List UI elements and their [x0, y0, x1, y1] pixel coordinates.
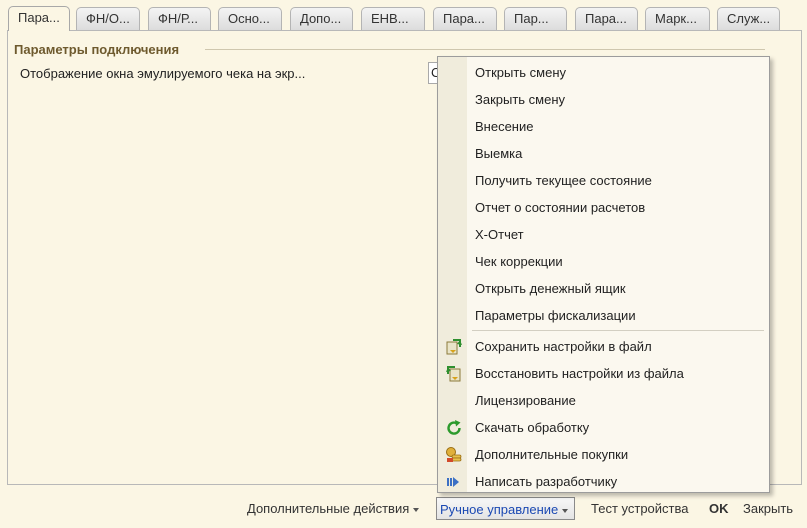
tab-params-2[interactable]: Пара... — [433, 7, 497, 30]
menu-item-withdrawal[interactable]: Выемка — [438, 140, 769, 167]
tab-params-4[interactable]: Пара... — [575, 7, 638, 30]
group-divider — [205, 49, 765, 50]
arrow-right-icon — [445, 473, 463, 491]
tab-fn-r[interactable]: ФН/Р... — [148, 7, 211, 30]
tab-service[interactable]: Служ... — [717, 7, 780, 30]
menu-separator — [472, 330, 764, 331]
menu-item-correction-receipt[interactable]: Чек коррекции — [438, 248, 769, 275]
menu-item-additional-purchases[interactable]: Дополнительные покупки — [438, 441, 769, 468]
menu-item-label: Открыть денежный ящик — [475, 281, 626, 296]
ok-button[interactable]: OK — [709, 501, 729, 516]
menu-item-restore-settings[interactable]: Восстановить настройки из файла — [438, 360, 769, 387]
menu-item-label: Выемка — [475, 146, 523, 161]
menu-item-label: Чек коррекции — [475, 254, 563, 269]
menu-item-label: Получить текущее состояние — [475, 173, 652, 188]
manual-control-menu: Открыть смену Закрыть смену Внесение Вые… — [437, 56, 770, 493]
tab-main[interactable]: Осно... — [218, 7, 282, 30]
menu-item-get-status[interactable]: Получить текущее состояние — [438, 167, 769, 194]
group-title: Параметры подключения — [14, 42, 184, 57]
menu-item-fiscal-params[interactable]: Параметры фискализации — [438, 302, 769, 329]
menu-item-label: X-Отчет — [475, 227, 524, 242]
bottom-toolbar: Дополнительные действия Ручное управлени… — [0, 495, 807, 522]
tab-fn-o[interactable]: ФН/О... — [76, 7, 140, 30]
menu-item-close-shift[interactable]: Закрыть смену — [438, 86, 769, 113]
manual-control-button[interactable]: Ручное управление — [436, 497, 576, 520]
tab-additional[interactable]: Допо... — [290, 7, 353, 30]
restore-settings-icon — [445, 365, 463, 383]
tab-parameters[interactable]: Пара... — [8, 6, 70, 31]
refresh-icon — [445, 419, 463, 437]
menu-item-open-shift[interactable]: Открыть смену — [438, 59, 769, 86]
menu-item-label: Закрыть смену — [475, 92, 566, 107]
menu-item-open-cash-drawer[interactable]: Открыть денежный ящик — [438, 275, 769, 302]
coins-icon — [445, 446, 463, 464]
menu-item-label: Скачать обработку — [475, 420, 590, 435]
save-settings-icon — [445, 338, 463, 356]
menu-item-licensing[interactable]: Лицензирование — [438, 387, 769, 414]
menu-item-save-settings[interactable]: Сохранить настройки в файл — [438, 333, 769, 360]
menu-item-deposit[interactable]: Внесение — [438, 113, 769, 140]
menu-item-download[interactable]: Скачать обработку — [438, 414, 769, 441]
menu-item-label: Восстановить настройки из файла — [475, 366, 684, 381]
menu-item-label: Отчет о состоянии расчетов — [475, 200, 646, 215]
menu-item-label: Дополнительные покупки — [475, 447, 629, 462]
menu-item-contact-developer[interactable]: Написать разработчику — [438, 468, 769, 495]
more-actions-button[interactable]: Дополнительные действия — [247, 501, 419, 516]
menu-item-label: Сохранить настройки в файл — [475, 339, 652, 354]
menu-item-label: Написать разработчику — [475, 474, 618, 489]
menu-item-label: Параметры фискализации — [475, 308, 636, 323]
menu-item-settlement-report[interactable]: Отчет о состоянии расчетов — [438, 194, 769, 221]
tab-marking[interactable]: Марк... — [645, 7, 710, 30]
menu-item-x-report[interactable]: X-Отчет — [438, 221, 769, 248]
receipt-window-label: Отображение окна эмулируемого чека на эк… — [20, 66, 306, 81]
close-button[interactable]: Закрыть — [743, 501, 793, 516]
tab-params-3[interactable]: Пар... — [504, 7, 567, 30]
tab-bar: Пара... ФН/О... ФН/Р... Осно... Допо... … — [0, 0, 807, 31]
menu-item-label: Лицензирование — [475, 393, 576, 408]
menu-item-label: Открыть смену — [475, 65, 567, 80]
menu-item-label: Внесение — [475, 119, 534, 134]
test-device-button[interactable]: Тест устройства — [591, 501, 688, 516]
tab-envd[interactable]: ЕНВ... — [361, 7, 425, 30]
